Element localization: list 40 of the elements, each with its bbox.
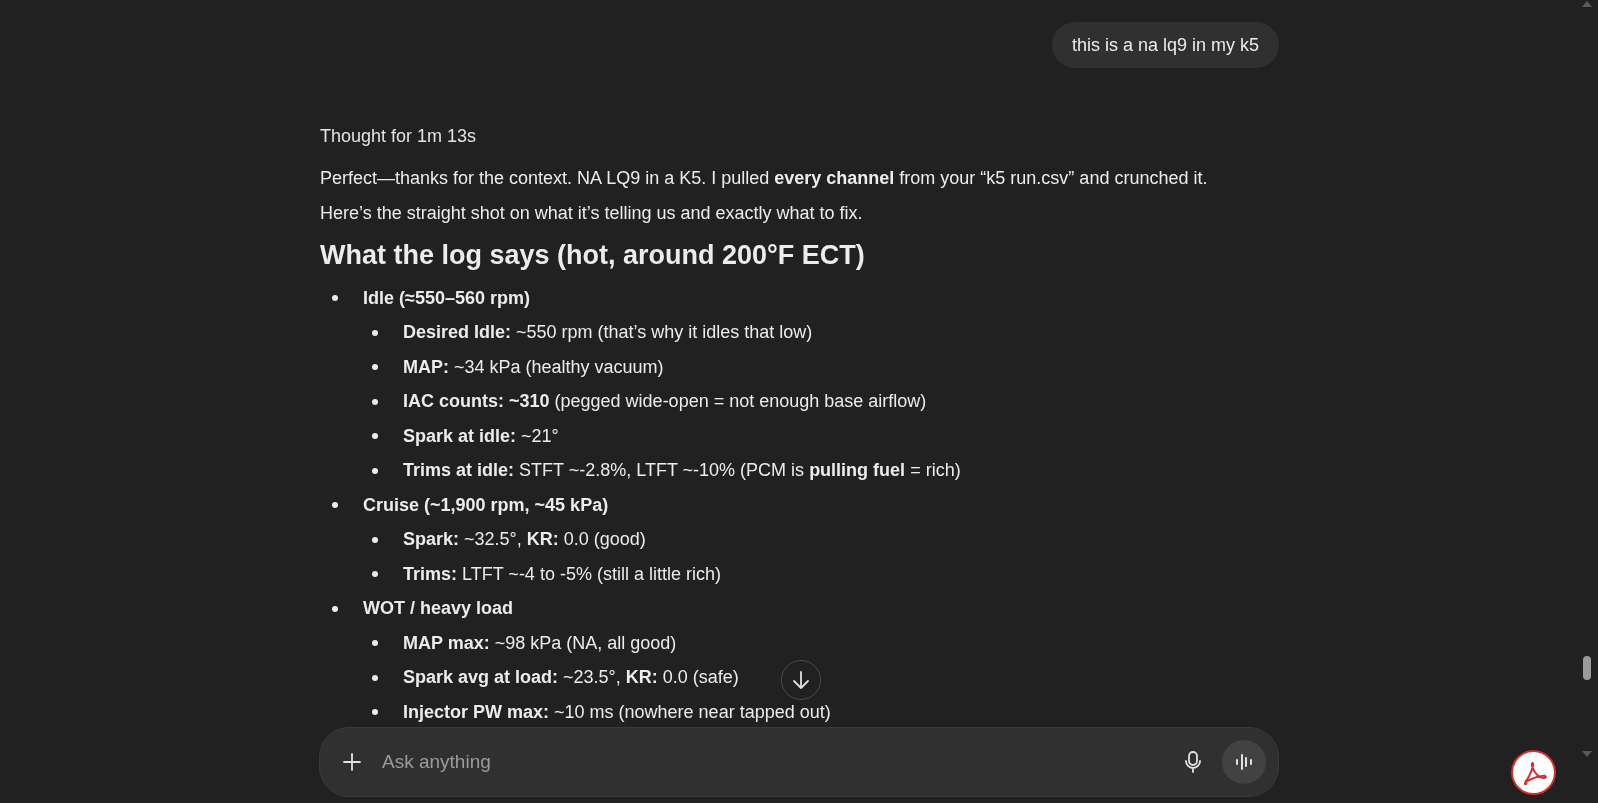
list-item-text: Spark avg at load: ~23.5°, KR: 0.0 (safe) xyxy=(403,666,739,690)
bullet-icon xyxy=(372,398,378,405)
list-item-text: Spark at idle: ~21° xyxy=(403,424,559,448)
list-item-text: Injector PW max: ~10 ms (nowhere near tapped out) xyxy=(403,700,831,724)
section-heading: What the log says (hot, around 200°F ECT) xyxy=(320,239,866,272)
list-item-text: Desired Idle: ~550 rpm (that’s why it idles that low) xyxy=(403,321,813,345)
bullet-icon xyxy=(332,605,338,612)
list-item-text: Trims at idle: STFT ~-2.8%, LTFT ~-10% (PCM is pulling fuel = rich) xyxy=(403,459,961,483)
bullet-icon xyxy=(372,467,378,474)
scroll-down-button[interactable] xyxy=(781,660,821,700)
list-item-text: MAP: ~34 kPa (healthy vacuum) xyxy=(403,355,664,379)
microphone-icon[interactable] xyxy=(1184,750,1202,774)
list-item-text: WOT / heavy load xyxy=(363,597,514,621)
arrow-down-icon xyxy=(792,670,810,690)
list-item-text: Cruise (~1,900 rpm, ~45 kPa) xyxy=(363,493,609,517)
bullet-icon xyxy=(372,571,378,578)
bullet-icon xyxy=(332,295,338,302)
list-item-text: Idle (≈550–560 rpm) xyxy=(363,286,530,310)
pdf-reader-button[interactable] xyxy=(1511,750,1556,795)
bullet-icon xyxy=(372,640,378,647)
user-message: this is a na lq9 in my k5 xyxy=(1051,22,1279,68)
bullet-icon xyxy=(332,502,338,509)
list-item-text: MAP max: ~98 kPa (NA, all good) xyxy=(403,631,677,655)
bullet-icon xyxy=(372,536,378,543)
scrollbar-thumb[interactable] xyxy=(1583,656,1591,680)
bullet-icon xyxy=(372,364,378,371)
thought-duration[interactable]: Thought for 1m 13s xyxy=(320,123,1279,149)
bullet-icon xyxy=(372,433,378,440)
bullet-icon xyxy=(372,329,378,336)
voice-mode-button[interactable] xyxy=(1222,740,1266,784)
bullet-icon xyxy=(372,709,378,716)
message-composer[interactable]: Ask anything xyxy=(319,727,1279,797)
message-input[interactable]: Ask anything xyxy=(382,747,1184,777)
intro-paragraph: Perfect—thanks for the context. NA LQ9 in a K5. I pulled every channel from your “k5 run.csv” and crunched it. Here’s the straight shot on what it’s telling us and exactly what to fix. xyxy=(320,167,1209,225)
list-item-text: Trims: LTFT ~-4 to -5% (still a little rich) xyxy=(403,562,721,586)
bullet-icon xyxy=(372,674,378,681)
list-item-text: IAC counts: ~310 (pegged wide-open = not enough base airflow) xyxy=(403,390,927,414)
list-item-text: Spark: ~32.5°, KR: 0.0 (good) xyxy=(403,528,646,552)
waveform-icon xyxy=(1234,753,1254,771)
plus-icon[interactable] xyxy=(342,752,362,772)
